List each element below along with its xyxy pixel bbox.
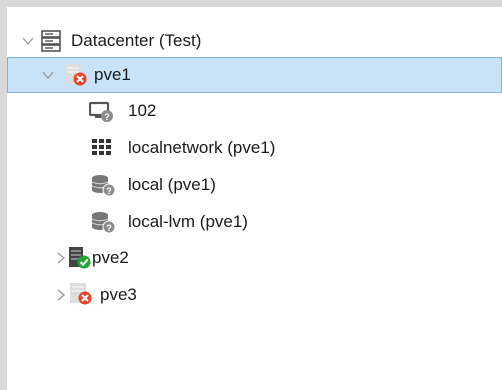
network-grid-icon	[91, 136, 117, 160]
storage-unknown-icon: ?	[91, 173, 117, 197]
tree-label-guest: 102	[128, 101, 157, 120]
storage-unknown-icon: ?	[91, 210, 117, 234]
svg-text:?: ?	[106, 223, 112, 233]
tree-label-node: pve3	[100, 285, 137, 304]
server-rack-icon	[39, 29, 65, 53]
tree-label-node: pve2	[92, 248, 129, 267]
vm-unknown-icon: ?	[89, 99, 115, 123]
resource-tree: Datacenter (Test) pve1 ? 102 localnetwor…	[7, 7, 502, 390]
tree-row-node-pve3[interactable]: pve3	[7, 277, 502, 313]
tree-label-network: localnetwork (pve1)	[128, 138, 276, 157]
tree-row-storage-local[interactable]: ? local (pve1)	[7, 167, 502, 203]
node-offline-icon	[63, 63, 89, 87]
tree-row-storage-local-lvm[interactable]: ? local-lvm (pve1)	[7, 204, 502, 240]
chevron-down-icon[interactable]	[21, 34, 35, 48]
tree-row-node-pve1[interactable]: pve1	[7, 57, 502, 93]
tree-label-node: pve1	[94, 65, 131, 84]
tree-label-datacenter: Datacenter (Test)	[71, 31, 202, 50]
tree-label-storage: local (pve1)	[128, 175, 216, 194]
svg-text:?: ?	[106, 186, 112, 196]
tree-label-storage: local-lvm (pve1)	[128, 212, 248, 231]
chevron-right-icon[interactable]	[54, 288, 68, 302]
chevron-down-icon[interactable]	[41, 68, 55, 82]
tree-row-datacenter[interactable]: Datacenter (Test)	[7, 23, 502, 59]
tree-row-sdn-localnetwork[interactable]: localnetwork (pve1)	[7, 130, 502, 166]
svg-text:?: ?	[104, 112, 110, 122]
node-offline-icon	[68, 282, 94, 306]
resource-tree-frame: Datacenter (Test) pve1 ? 102 localnetwor…	[0, 0, 502, 390]
node-online-icon	[67, 246, 93, 270]
tree-row-node-pve2[interactable]: pve2	[7, 240, 502, 276]
tree-row-vm-102[interactable]: ? 102	[7, 93, 502, 129]
chevron-right-icon[interactable]	[54, 251, 68, 265]
